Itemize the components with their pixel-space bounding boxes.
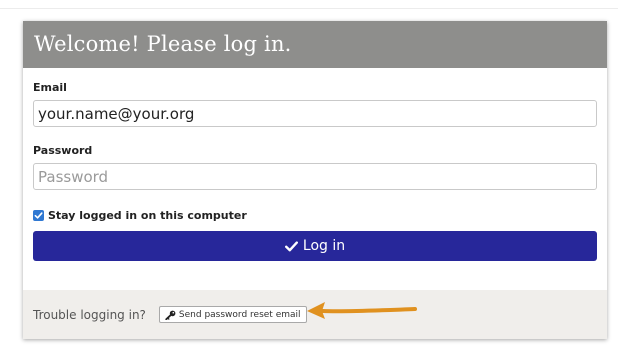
login-button-label: Log in (302, 238, 346, 254)
page-title: Welcome! Please log in. (34, 32, 292, 56)
checkmark-icon (34, 211, 43, 219)
arrow-left-icon (307, 302, 417, 319)
reset-button-label: Send password reset email (178, 309, 301, 320)
login-header: Welcome! Please log in. (23, 21, 607, 68)
email-field[interactable] (33, 100, 597, 127)
top-divider (0, 8, 618, 9)
check-icon (284, 240, 298, 252)
key-icon (165, 310, 176, 320)
login-button[interactable]: Log in (33, 231, 597, 261)
password-field[interactable] (33, 163, 597, 190)
send-password-reset-button[interactable]: Send password reset email (158, 306, 307, 323)
email-label: Email (33, 81, 67, 94)
stay-logged-in-label: Stay logged in on this computer (48, 208, 247, 222)
login-form: Email Password Stay logged in on this co… (23, 68, 607, 261)
stay-logged-in-row[interactable]: Stay logged in on this computer (33, 208, 597, 222)
stay-logged-in-checkbox[interactable] (33, 209, 44, 221)
login-card: Welcome! Please log in. Email Password S… (23, 21, 607, 339)
password-label: Password (33, 144, 93, 157)
trouble-text: Trouble logging in? (33, 307, 146, 322)
